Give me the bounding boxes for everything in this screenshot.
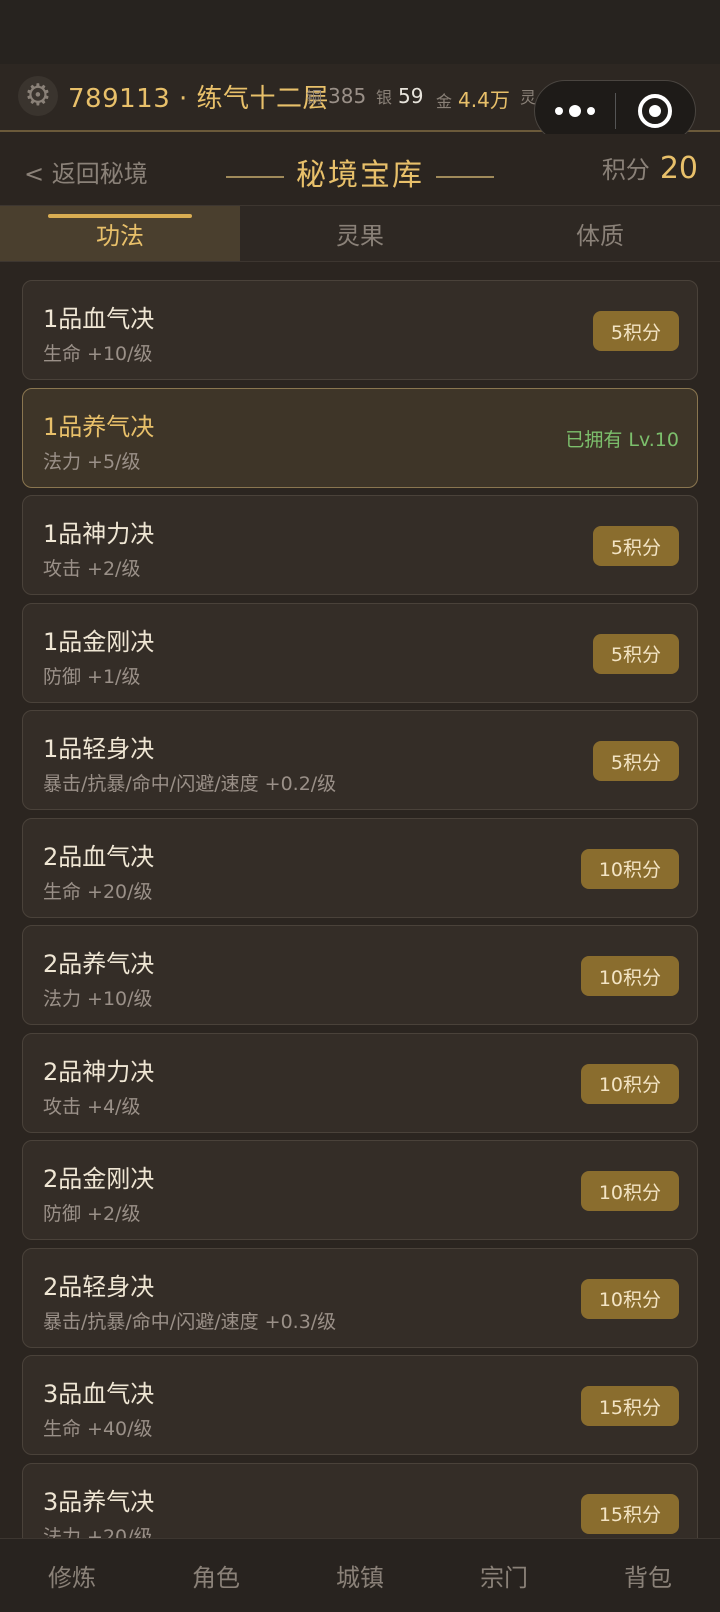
item-name: 2品养气决 [43,950,155,978]
list-item[interactable]: 1品轻身决 暴击/抗暴/命中/闪避/速度 +0.2/级 5积分 [22,710,698,810]
item-name: 1品养气决 [43,412,155,441]
buy-button[interactable]: 5积分 [592,741,679,781]
page-title-text: 秘境宝库 [296,158,424,193]
score-label: 积分 [601,156,650,184]
item-desc: 防御 +1/级 [43,665,141,688]
item-desc: 法力 +5/级 [43,450,141,473]
tab-lingguo[interactable]: 灵果 [240,206,480,261]
list-item[interactable]: 2品轻身决 暴击/抗暴/命中/闪避/速度 +0.3/级 10积分 [22,1247,698,1348]
buy-button[interactable]: 15积分 [580,1493,679,1534]
top-bar: ⚙ 789113 · 练气十二层 铜 385 银 59 金 4.4万 灵 82 [0,64,720,142]
list-item[interactable]: 2品金刚决 防御 +2/级 10积分 [22,1140,698,1240]
item-desc: 攻击 +2/级 [43,558,141,580]
nav-cultivate[interactable]: 修炼 [0,1539,144,1612]
item-name: 1品神力决 [43,520,155,548]
owned-status: 已拥有 Lv.10 [565,428,679,451]
item-desc: 生命 +40/级 [43,1418,153,1440]
item-name: 3品血气决 [43,1380,155,1408]
gear-icon[interactable]: ⚙ [18,76,58,116]
tab-tizhi[interactable]: 体质 [480,206,720,261]
list-item[interactable]: 2品神力决 攻击 +4/级 10积分 [22,1032,698,1133]
close-miniprogram-icon[interactable] [616,94,696,128]
item-name: 1品金刚决 [43,627,155,656]
title-decor-line [226,175,284,178]
tab-gongfa[interactable]: 功法 [0,206,240,261]
tab-bar: 功法 灵果 体质 [0,206,720,262]
status-bar [0,0,720,64]
score-value: 20 [659,151,698,186]
list-item[interactable]: 3品血气决 生命 +40/级 15积分 [22,1355,698,1455]
item-name: 2品神力决 [43,1057,155,1086]
item-name: 1品轻身决 [43,735,155,763]
item-name: 2品血气决 [43,842,155,871]
list-item[interactable]: 1品养气决 法力 +5/级 已拥有 Lv.10 [22,387,698,488]
nav-sect[interactable]: 宗门 [432,1539,576,1612]
title-decor-line [436,175,494,178]
buy-button[interactable]: 5积分 [592,526,679,566]
list-item[interactable]: 1品血气决 生命 +10/级 5积分 [22,280,698,380]
currency-label: 铜 [306,88,323,107]
item-desc: 生命 +10/级 [43,343,153,365]
list-item[interactable]: 2品血气决 生命 +20/级 10积分 [22,817,698,918]
item-desc: 暴击/抗暴/命中/闪避/速度 +0.2/级 [43,773,337,795]
nav-character[interactable]: 角色 [144,1539,288,1612]
currency-label: 银 [376,88,393,107]
item-list: 1品血气决 生命 +10/级 5积分 1品养气决 法力 +5/级 已拥有 Lv.… [22,280,698,1570]
buy-button[interactable]: 10积分 [580,956,679,996]
item-name: 2品金刚决 [43,1165,155,1193]
item-desc: 防御 +2/级 [43,1203,141,1225]
item-name: 3品养气决 [43,1487,155,1516]
currency-label: 金 [436,92,453,111]
currency-value: 385 [328,84,367,108]
currency-gold: 金 4.4万 [436,84,510,113]
list-item[interactable]: 2品养气决 法力 +10/级 10积分 [22,925,698,1025]
currency-copper: 铜 385 [306,84,366,108]
nav-town[interactable]: 城镇 [288,1539,432,1612]
item-desc: 暴击/抗暴/命中/闪避/速度 +0.3/级 [43,1310,337,1333]
nav-bag[interactable]: 背包 [576,1539,720,1612]
buy-button[interactable]: 10积分 [580,1063,679,1104]
item-name: 2品轻身决 [43,1272,155,1301]
bottom-nav: 修炼 角色 城镇 宗门 背包 [0,1538,720,1612]
miniprogram-capsule [534,80,696,142]
item-name: 1品血气决 [43,305,155,333]
buy-button[interactable]: 10积分 [580,1278,679,1319]
title-row: < 返回秘境 秘境宝库 积分 20 [0,134,720,206]
list-item[interactable]: 1品神力决 攻击 +2/级 5积分 [22,495,698,595]
list-item[interactable]: 1品金刚决 防御 +1/级 5积分 [22,602,698,703]
currency-silver: 银 59 [376,84,423,108]
score-display: 积分 20 [602,150,698,186]
buy-button[interactable]: 5积分 [592,311,679,351]
buy-button[interactable]: 15积分 [580,1386,679,1426]
buy-button[interactable]: 10积分 [580,848,679,889]
buy-button[interactable]: 5积分 [592,633,679,674]
buy-button[interactable]: 10积分 [580,1171,679,1211]
item-desc: 攻击 +4/级 [43,1095,141,1118]
item-desc: 生命 +20/级 [43,880,153,903]
currency-value: 59 [398,84,424,108]
item-desc: 法力 +10/级 [43,988,153,1010]
player-info: 789113 · 练气十二层 [68,84,330,114]
more-menu-icon[interactable] [535,105,615,117]
currency-value: 4.4万 [458,88,510,112]
